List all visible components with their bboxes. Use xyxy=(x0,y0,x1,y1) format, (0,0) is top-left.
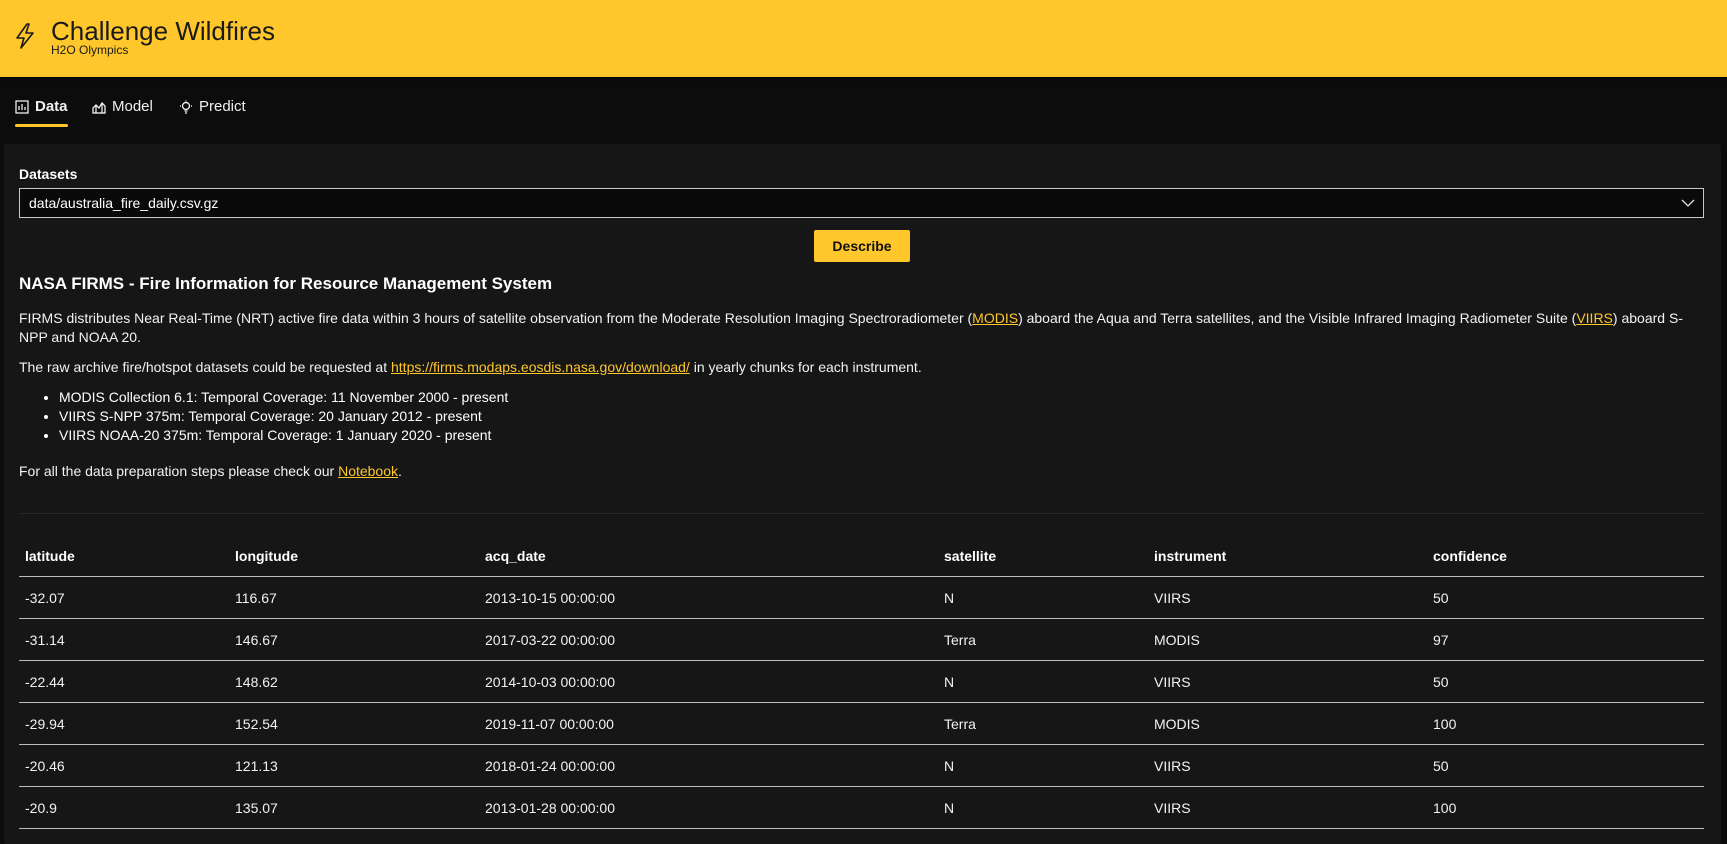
column-header: acq_date xyxy=(479,536,938,577)
table-cell: 97 xyxy=(1427,618,1704,661)
table-cell: 2014-10-03 00:00:00 xyxy=(479,660,938,703)
firms-paragraph: FIRMS distributes Near Real-Time (NRT) a… xyxy=(19,310,1683,345)
chevron-down-icon xyxy=(1681,199,1695,207)
table-cell: MODIS xyxy=(1148,618,1427,661)
table-cell: Terra xyxy=(938,702,1148,745)
table-row: -20.9 135.07 2013-01-28 00:00:00 N VIIRS… xyxy=(19,786,1704,829)
table-cell: -22.44 xyxy=(19,660,229,703)
model-icon xyxy=(92,102,106,114)
table-row: -32.07 116.67 2013-10-15 00:00:00 N VIIR… xyxy=(19,576,1704,619)
table-cell: -31.14 xyxy=(19,618,229,661)
table-cell: -20.9 xyxy=(19,786,229,829)
table-row: -29.94 152.54 2019-11-07 00:00:00 Terra … xyxy=(19,702,1704,745)
data-card: Datasets data/australia_fire_daily.csv.g… xyxy=(4,144,1721,844)
tab-data[interactable]: Data xyxy=(15,98,68,138)
table-cell: -20.46 xyxy=(19,744,229,787)
table-cell: VIIRS xyxy=(1148,744,1427,787)
table-cell: 2013-01-28 00:00:00 xyxy=(479,786,938,829)
table-cell: 100 xyxy=(1427,786,1704,829)
data-table: latitude longitude acq_date satellite in… xyxy=(19,536,1704,829)
table-cell: 135.07 xyxy=(229,786,479,829)
table-cell: VIIRS xyxy=(1148,786,1427,829)
datasets-selected-value: data/australia_fire_daily.csv.gz xyxy=(29,195,219,211)
table-cell: 121.13 xyxy=(229,744,479,787)
tab-data-label: Data xyxy=(35,98,68,115)
table-header-row: latitude longitude acq_date satellite in… xyxy=(19,536,1704,577)
column-header: satellite xyxy=(938,536,1148,577)
table-row: -22.44 148.62 2014-10-03 00:00:00 N VIIR… xyxy=(19,660,1704,703)
table-cell: VIIRS xyxy=(1148,660,1427,703)
column-header: longitude xyxy=(229,536,479,577)
table-cell: -29.94 xyxy=(19,702,229,745)
list-item: VIIRS NOAA-20 375m: Temporal Coverage: 1… xyxy=(59,426,508,445)
list-item: MODIS Collection 6.1: Temporal Coverage:… xyxy=(59,388,508,407)
table-cell: N xyxy=(938,786,1148,829)
table-cell: 50 xyxy=(1427,744,1704,787)
table-cell: VIIRS xyxy=(1148,576,1427,619)
section-heading: NASA FIRMS - Fire Information for Resour… xyxy=(19,274,553,293)
modis-link[interactable]: MODIS xyxy=(972,310,1018,326)
table-cell: 2017-03-22 00:00:00 xyxy=(479,618,938,661)
table-cell: 148.62 xyxy=(229,660,479,703)
column-header: latitude xyxy=(19,536,229,577)
table-cell: 2013-10-15 00:00:00 xyxy=(479,576,938,619)
table-cell: -32.07 xyxy=(19,576,229,619)
table-cell: 2019-11-07 00:00:00 xyxy=(479,702,938,745)
column-header: instrument xyxy=(1148,536,1427,577)
datasets-dropdown[interactable]: data/australia_fire_daily.csv.gz xyxy=(19,188,1704,218)
lightbulb-icon xyxy=(180,100,192,114)
chart-icon xyxy=(15,100,29,114)
tab-bar: Data Model Predict xyxy=(0,77,1727,143)
archive-paragraph: The raw archive fire/hotspot datasets co… xyxy=(19,359,922,375)
coverage-list: MODIS Collection 6.1: Temporal Coverage:… xyxy=(19,388,508,445)
table-cell: 116.67 xyxy=(229,576,479,619)
table-cell: MODIS xyxy=(1148,702,1427,745)
divider xyxy=(19,513,1704,514)
column-header: confidence xyxy=(1427,536,1704,577)
notebook-link[interactable]: Notebook xyxy=(338,463,398,479)
table-row: -20.46 121.13 2018-01-24 00:00:00 N VIIR… xyxy=(19,744,1704,787)
lightning-icon xyxy=(16,23,34,49)
firms-download-link[interactable]: https://firms.modaps.eosdis.nasa.gov/dow… xyxy=(391,359,690,375)
table-cell: N xyxy=(938,744,1148,787)
tab-predict-label: Predict xyxy=(199,98,246,115)
table-cell: 152.54 xyxy=(229,702,479,745)
app-header: Challenge Wildfires H2O Olympics xyxy=(0,0,1727,77)
table-cell: Terra xyxy=(938,618,1148,661)
table-row: -31.14 146.67 2017-03-22 00:00:00 Terra … xyxy=(19,618,1704,661)
viirs-link[interactable]: VIIRS xyxy=(1576,310,1613,326)
datasets-label: Datasets xyxy=(19,166,78,182)
describe-button[interactable]: Describe xyxy=(814,230,910,262)
notebook-paragraph: For all the data preparation steps pleas… xyxy=(19,463,402,479)
app-subtitle: H2O Olympics xyxy=(51,43,129,57)
tab-model[interactable]: Model xyxy=(92,98,153,138)
tab-predict[interactable]: Predict xyxy=(179,98,246,138)
table-cell: 50 xyxy=(1427,660,1704,703)
table-cell: N xyxy=(938,660,1148,703)
table-cell: 2018-01-24 00:00:00 xyxy=(479,744,938,787)
table-cell: 146.67 xyxy=(229,618,479,661)
table-cell: 50 xyxy=(1427,576,1704,619)
list-item: VIIRS S-NPP 375m: Temporal Coverage: 20 … xyxy=(59,407,508,426)
table-cell: N xyxy=(938,576,1148,619)
tab-model-label: Model xyxy=(112,98,153,115)
table-cell: 100 xyxy=(1427,702,1704,745)
